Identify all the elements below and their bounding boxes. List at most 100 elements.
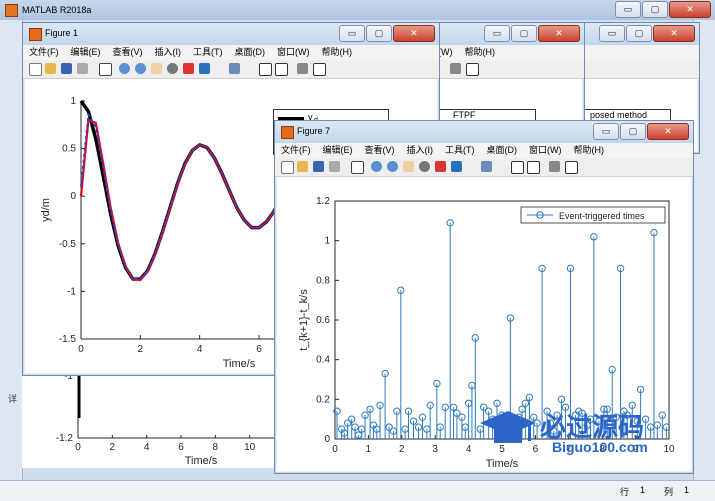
x-axis-label: Time/s — [185, 455, 218, 467]
menu-help[interactable]: 帮助(H) — [316, 45, 359, 60]
y-tick-label: -1.2 — [56, 433, 74, 444]
x-tick-label: 1 — [366, 444, 372, 455]
hide-tools-icon[interactable] — [549, 161, 560, 172]
y-tick-label: 0.6 — [316, 315, 330, 326]
zoom-in-icon[interactable] — [371, 161, 382, 172]
legend-icon[interactable] — [527, 161, 540, 174]
menu-view[interactable]: 查看(V) — [359, 143, 401, 158]
zoom-out-icon[interactable] — [135, 63, 146, 74]
menu-file[interactable]: 文件(F) — [275, 143, 317, 158]
y-tick-label: 1 — [324, 236, 330, 247]
figure1-close-button[interactable]: ✕ — [393, 25, 435, 42]
rotate-3d-icon[interactable] — [167, 63, 178, 74]
data-cursor-icon[interactable] — [435, 161, 446, 172]
figure1-maximize-button[interactable]: ▢ — [366, 25, 392, 42]
figure1-menu-bar: 文件(F) 编辑(E) 查看(V) 插入(I) 工具(T) 桌面(D) 窗口(W… — [23, 45, 439, 60]
open-file-icon[interactable] — [297, 161, 308, 172]
matlab-minimize-button[interactable]: ▭ — [615, 1, 641, 18]
menu-window[interactable]: 窗口(W) — [523, 143, 568, 158]
y-tick-label: 0 — [70, 191, 76, 202]
menu-edit[interactable]: 编辑(E) — [317, 143, 359, 158]
legend-icon[interactable] — [275, 63, 288, 76]
show-tools-icon[interactable] — [313, 63, 326, 76]
menu-tools[interactable]: 工具(T) — [439, 143, 481, 158]
print-icon[interactable] — [77, 63, 88, 74]
zoom-in-icon[interactable] — [119, 63, 130, 74]
y-tick-label: 0.5 — [62, 144, 76, 155]
menu-insert[interactable]: 插入(I) — [401, 143, 440, 158]
x-tick-label: 0 — [78, 344, 84, 355]
y-tick-label: 0.8 — [316, 275, 330, 286]
print-icon[interactable] — [329, 161, 340, 172]
figure-right-minimize-button[interactable]: ▭ — [599, 25, 625, 42]
x-tick-label: 6 — [256, 344, 262, 355]
matlab-close-button[interactable]: ✕ — [669, 1, 711, 18]
figure-mid-minimize-button[interactable]: ▭ — [484, 25, 510, 42]
x-tick-label: 2 — [138, 344, 144, 355]
colorbar-icon[interactable] — [259, 63, 272, 76]
figure-mid-tool-icon[interactable] — [466, 63, 479, 76]
brush-icon[interactable] — [451, 161, 462, 172]
hide-tools-icon[interactable] — [297, 63, 308, 74]
menu-view[interactable]: 查看(V) — [107, 45, 149, 60]
colorbar-icon[interactable] — [511, 161, 524, 174]
figure7-menu-bar: 文件(F) 编辑(E) 查看(V) 插入(I) 工具(T) 桌面(D) 窗口(W… — [275, 143, 693, 158]
y-tick-label: 0 — [324, 434, 330, 445]
link-plot-icon[interactable] — [481, 161, 492, 172]
figure7-minimize-button[interactable]: ▭ — [593, 123, 619, 140]
select-pointer-icon[interactable] — [99, 63, 112, 76]
brush-icon[interactable] — [199, 63, 210, 74]
background-figure-chart: -1-1.2024681012Time/s — [56, 372, 284, 467]
x-tick-label: 4 — [144, 442, 150, 453]
x-axis-label: Time/s — [223, 358, 256, 370]
y-axis-label: yd/m — [40, 198, 52, 222]
legend-label: Event-triggered times — [559, 211, 645, 221]
x-tick-label: 2 — [110, 442, 116, 453]
data-cursor-icon[interactable] — [183, 63, 194, 74]
y-tick-label: 1.2 — [316, 196, 330, 207]
figure-mid-close-button[interactable]: ✕ — [538, 25, 580, 42]
select-pointer-icon[interactable] — [351, 161, 364, 174]
figure7-toolbar — [275, 158, 693, 177]
save-icon[interactable] — [61, 63, 72, 74]
watermark-logo-icon — [478, 409, 538, 449]
save-icon[interactable] — [313, 161, 324, 172]
menu-edit[interactable]: 编辑(E) — [65, 45, 107, 60]
new-figure-icon[interactable] — [281, 161, 294, 174]
figure-mid-tool-icon[interactable] — [450, 63, 461, 74]
menu-desktop[interactable]: 桌面(D) — [481, 143, 524, 158]
figure7-close-button[interactable]: ✕ — [647, 123, 689, 140]
matlab-logo-icon — [5, 4, 18, 17]
zoom-out-icon[interactable] — [387, 161, 398, 172]
figure-mid-maximize-button[interactable]: ▢ — [511, 25, 537, 42]
status-col-value: 1 — [684, 485, 690, 495]
figure7-maximize-button[interactable]: ▢ — [620, 123, 646, 140]
pan-hand-icon[interactable] — [403, 161, 414, 172]
figure1-minimize-button[interactable]: ▭ — [339, 25, 365, 42]
y-axis-label: t_{k+1}-t_k/s — [298, 289, 310, 351]
menu-help[interactable]: 帮助(H) — [568, 143, 611, 158]
show-tools-icon[interactable] — [565, 161, 578, 174]
link-plot-icon[interactable] — [229, 63, 240, 74]
figure-right-close-button[interactable]: ✕ — [653, 25, 695, 42]
menu-tools[interactable]: 工具(T) — [187, 45, 229, 60]
figure7-title-bar: Figure 7 ▭ ▢ ✕ — [275, 121, 693, 143]
left-panel-tab-label[interactable]: 详 — [8, 392, 17, 405]
new-figure-icon[interactable] — [29, 63, 42, 76]
figure-right-maximize-button[interactable]: ▢ — [626, 25, 652, 42]
open-file-icon[interactable] — [45, 63, 56, 74]
menu-file[interactable]: 文件(F) — [23, 45, 65, 60]
figure-mid-legend-label: FTPF — [453, 110, 476, 120]
matlab-maximize-button[interactable]: ▢ — [642, 1, 668, 18]
y-tick-label: 0.2 — [316, 394, 330, 405]
figure-icon — [29, 28, 42, 41]
menu-window[interactable]: 窗口(W) — [271, 45, 316, 60]
pan-hand-icon[interactable] — [151, 63, 162, 74]
menu-desktop[interactable]: 桌面(D) — [229, 45, 272, 60]
figure1-title-bar: Figure 1 ▭ ▢ ✕ — [23, 23, 439, 45]
menu-insert[interactable]: 插入(I) — [149, 45, 188, 60]
y-tick-label: 1 — [70, 96, 76, 107]
rotate-3d-icon[interactable] — [419, 161, 430, 172]
x-tick-label: 10 — [244, 442, 256, 453]
figure-mid-menu-help[interactable]: 帮助(H) — [459, 45, 502, 60]
